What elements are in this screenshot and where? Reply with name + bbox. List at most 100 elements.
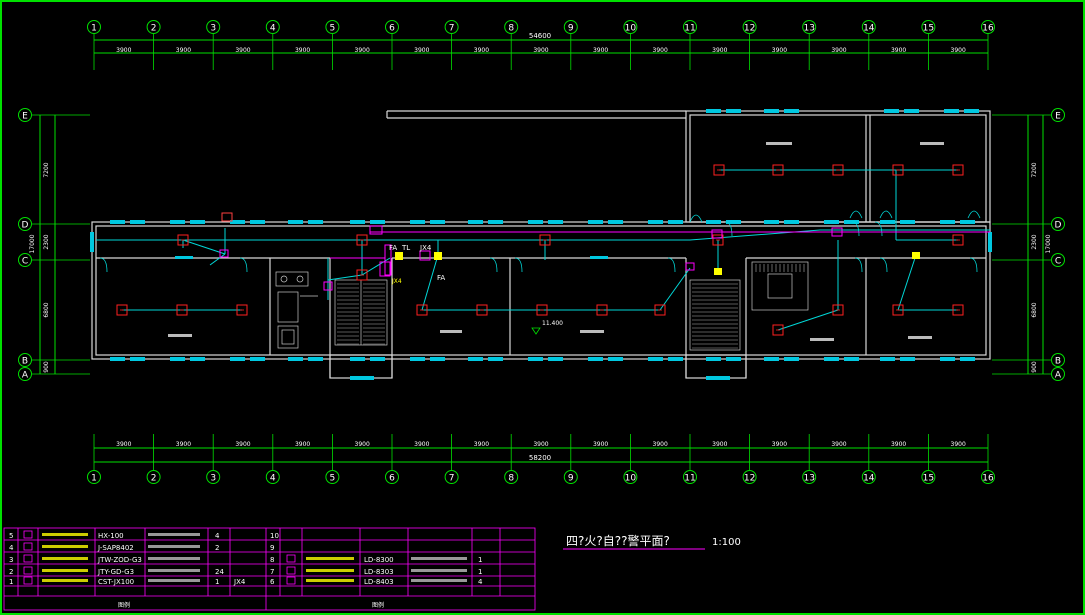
door-swing (879, 257, 888, 273)
window (960, 220, 975, 224)
column-label-top: 11 (684, 24, 695, 34)
door-swing (874, 221, 883, 237)
bottom-span-label: 3900 (712, 441, 727, 448)
legend-row-number: 2 (9, 568, 13, 576)
legend-symbol-icon (286, 566, 296, 575)
right-dimension-label: 2300 (1031, 234, 1038, 249)
bottom-span-label: 3900 (951, 441, 966, 448)
door-swing (689, 214, 703, 223)
toilet-fixtures (275, 271, 318, 349)
window (250, 220, 265, 224)
window (410, 357, 425, 361)
window (784, 109, 799, 113)
bottom-span-label: 3900 (831, 441, 846, 448)
window (468, 220, 483, 224)
legend-name-mark (42, 579, 88, 582)
legend-qty: 1 (478, 568, 482, 576)
legend-footer-left: 图例 (118, 601, 130, 609)
top-span-label: 3900 (653, 47, 668, 54)
legend-row-number: 3 (9, 556, 13, 564)
window (904, 109, 919, 113)
window (288, 220, 303, 224)
column-label-top: 10 (625, 24, 637, 34)
row-label-right: C (1055, 257, 1061, 267)
window (175, 256, 193, 259)
window (488, 220, 503, 224)
top-span-label: 3900 (414, 47, 429, 54)
legend-install-mark (148, 545, 200, 548)
window (784, 220, 799, 224)
legend-name-mark (306, 557, 354, 560)
door-swing (967, 210, 981, 219)
column-label-top: 9 (568, 24, 574, 34)
window (250, 357, 265, 361)
drawing-scale: 1:100 (712, 537, 741, 548)
window (726, 357, 741, 361)
legend-name-mark (42, 533, 88, 536)
window (608, 357, 623, 361)
row-label-right: E (1055, 112, 1061, 122)
legend-name-mark (42, 545, 88, 548)
legend-install-mark (148, 557, 200, 560)
window (308, 357, 323, 361)
top-span-labels: 3900 3900 3900 3900 3900 3900 3900 3900 3900 3900… (116, 47, 966, 54)
bottom-total-dimension: 58200 (529, 454, 551, 462)
column-label-bottom: 7 (449, 474, 455, 484)
column-label-top: 16 (982, 24, 994, 34)
legend-model: HX-100 (98, 532, 124, 540)
window (764, 220, 779, 224)
top-span-label: 3900 (176, 47, 191, 54)
column-label-bottom: 16 (982, 474, 994, 484)
door-swing (489, 257, 498, 273)
column-label-bottom: 2 (151, 474, 157, 484)
window (824, 220, 839, 224)
legend-qty: 1 (478, 556, 482, 564)
jx-label-2: JX4 (391, 278, 402, 285)
window (900, 357, 915, 361)
legend-symbol-icon (23, 530, 33, 539)
door-swing (849, 210, 863, 219)
legend-install-mark (411, 557, 467, 560)
stair-west (334, 279, 388, 346)
column-label-top: 5 (330, 24, 336, 34)
legend-entries: 5 HX-100 4 4 J-SAP8402 2 3 JTW-ZOD-G3 2 JTY-GD-G3… (9, 530, 483, 586)
stair-east (689, 261, 809, 351)
window (190, 220, 205, 224)
window (884, 109, 899, 113)
window (190, 357, 205, 361)
column-label-top: 1 (91, 24, 97, 34)
fire-alarm-floor-plan: 1 2 3 4 5 6 7 8 9 10 11 12 13 14 15 16 1 2 3 4 5 6 7 8 9 10 11 12 1… (3, 20, 1065, 611)
legend-model: LD-8300 (364, 556, 394, 564)
window (706, 357, 721, 361)
legend-model: LD-8303 (364, 568, 394, 576)
top-span-label: 3900 (772, 47, 787, 54)
column-label-top: 4 (270, 24, 276, 34)
door-swing (879, 210, 893, 219)
left-dimension-label: 7200 (43, 162, 50, 177)
legend-qty: 24 (215, 568, 224, 576)
window (900, 220, 915, 224)
door-swing (514, 257, 523, 273)
legend-symbol-icon (23, 576, 33, 585)
legend-row-number: 7 (270, 568, 274, 576)
legend-note: JX4 (233, 578, 246, 586)
window (548, 220, 563, 224)
bottom-span-labels: 3900 3900 3900 3900 3900 3900 3900 3900 3900 3900… (116, 441, 966, 448)
window (880, 357, 895, 361)
legend-qty: 2 (215, 544, 219, 552)
top-span-label: 3900 (891, 47, 906, 54)
column-label-top: 2 (151, 24, 157, 34)
row-label-left: A (22, 371, 29, 381)
top-total-dimension: 54600 (529, 32, 551, 40)
legend-symbol-icon (286, 576, 296, 585)
fa-label-1: FA (389, 244, 397, 252)
window (940, 220, 955, 224)
row-label-left: C (22, 257, 28, 267)
legend-name-mark (42, 557, 88, 560)
legend-install-mark (411, 579, 467, 582)
door-swing (667, 257, 676, 273)
row-label-right: D (1055, 221, 1062, 231)
column-label-top: 6 (389, 24, 395, 34)
column-label-bottom: 3 (210, 474, 216, 484)
window (824, 357, 839, 361)
